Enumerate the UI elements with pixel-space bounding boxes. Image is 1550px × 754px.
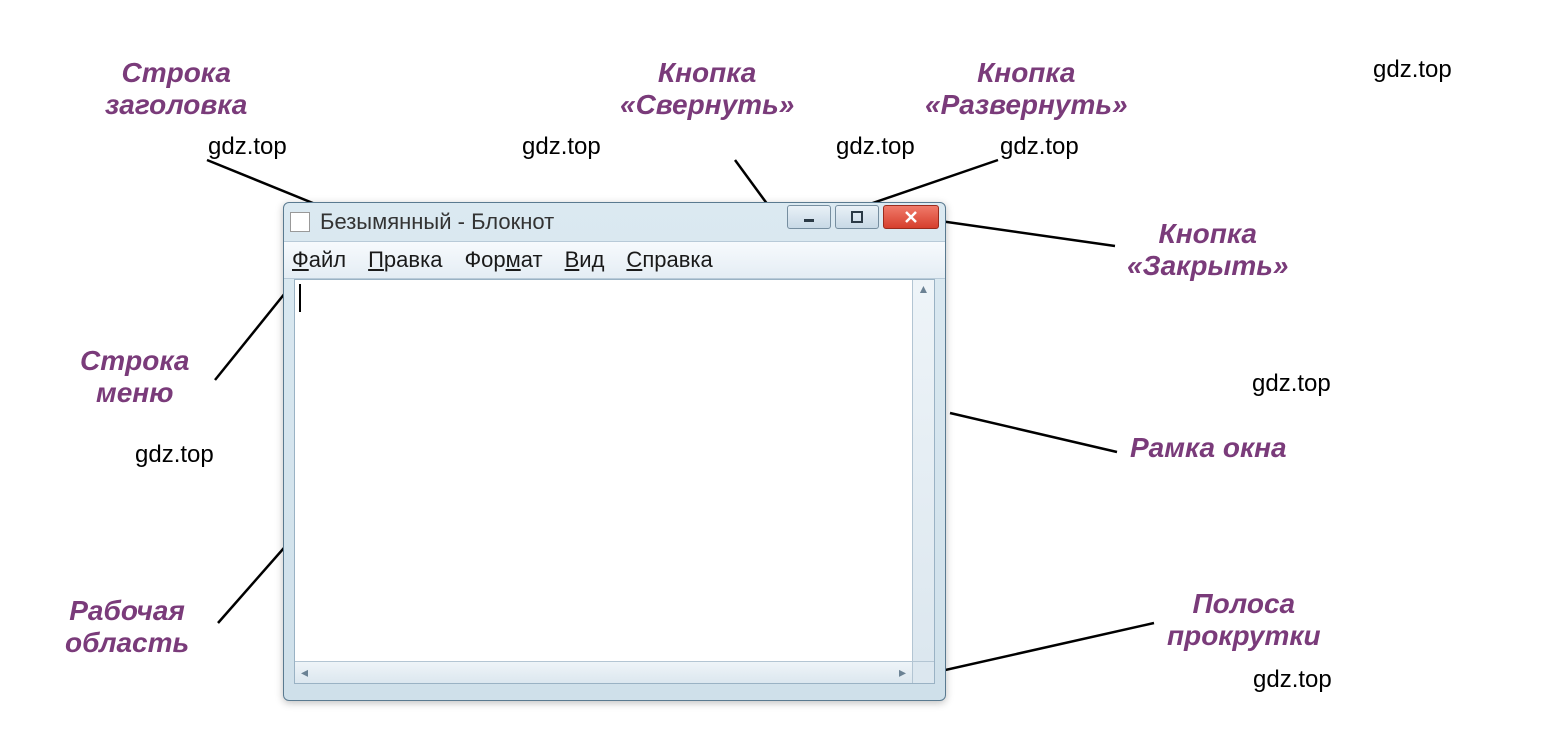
label-menu-bar: Строкаменю <box>80 345 189 409</box>
menu-bar: Файл Правка Формат Вид Справка <box>284 241 945 279</box>
watermark: gdz.top <box>1000 133 1079 161</box>
label-maximize: Кнопка«Развернуть» <box>925 57 1128 121</box>
vertical-scrollbar[interactable]: ▲ <box>912 280 934 661</box>
watermark: gdz.top <box>1373 56 1452 84</box>
menu-help[interactable]: Справка <box>626 247 712 273</box>
text-caret <box>299 284 301 312</box>
label-frame: Рамка окна <box>1130 432 1287 464</box>
label-work-area: Рабочаяобласть <box>65 595 189 659</box>
watermark: gdz.top <box>1252 370 1331 398</box>
label-minimize: Кнопка«Свернуть» <box>620 57 794 121</box>
watermark: gdz.top <box>836 133 915 161</box>
watermark: gdz.top <box>1253 666 1332 694</box>
watermark: gdz.top <box>135 441 214 469</box>
maximize-icon <box>850 210 864 224</box>
label-title-bar: Строказаголовка <box>105 57 247 121</box>
notepad-window: Безымянный - Блокнот Файл Правка Формат … <box>283 202 946 701</box>
resize-grip[interactable] <box>912 661 934 683</box>
menu-edit[interactable]: Правка <box>368 247 442 273</box>
label-scrollbar: Полосапрокрутки <box>1167 588 1321 652</box>
scroll-right-icon: ▸ <box>899 664 906 681</box>
window-controls <box>787 205 939 229</box>
menu-file[interactable]: Файл <box>292 247 346 273</box>
menu-view[interactable]: Вид <box>565 247 605 273</box>
scroll-left-icon: ◂ <box>301 664 308 681</box>
watermark: gdz.top <box>208 133 287 161</box>
minimize-icon <box>802 210 816 224</box>
scroll-up-icon: ▲ <box>913 282 934 296</box>
close-button[interactable] <box>883 205 939 229</box>
menu-format[interactable]: Формат <box>464 247 542 273</box>
client-area: ▲ ◂ ▸ <box>294 279 935 684</box>
text-area[interactable] <box>295 280 912 661</box>
title-bar[interactable]: Безымянный - Блокнот <box>284 203 945 241</box>
maximize-button[interactable] <box>835 205 879 229</box>
horizontal-scrollbar[interactable]: ◂ ▸ <box>295 661 912 683</box>
notepad-icon <box>290 212 310 232</box>
watermark: gdz.top <box>522 133 601 161</box>
label-close: Кнопка«Закрыть» <box>1127 218 1288 282</box>
close-icon <box>903 209 919 225</box>
minimize-button[interactable] <box>787 205 831 229</box>
